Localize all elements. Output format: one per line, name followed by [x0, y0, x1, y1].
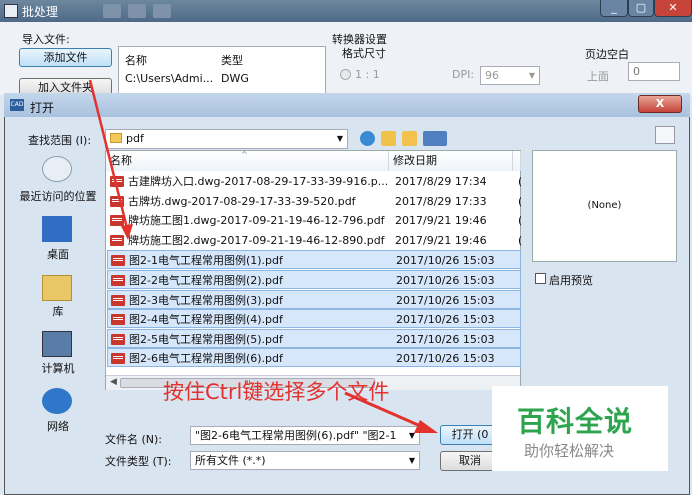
watermark-title: 百科全说	[517, 405, 634, 438]
watermark-subtitle: 助你轻松解决	[524, 442, 615, 460]
arrow-line-to-files	[88, 79, 130, 233]
arrow-head-files	[121, 224, 133, 240]
annotation-hint: 按住Ctrl键选择多个文件	[163, 380, 390, 404]
arrow-head-open	[414, 420, 438, 433]
